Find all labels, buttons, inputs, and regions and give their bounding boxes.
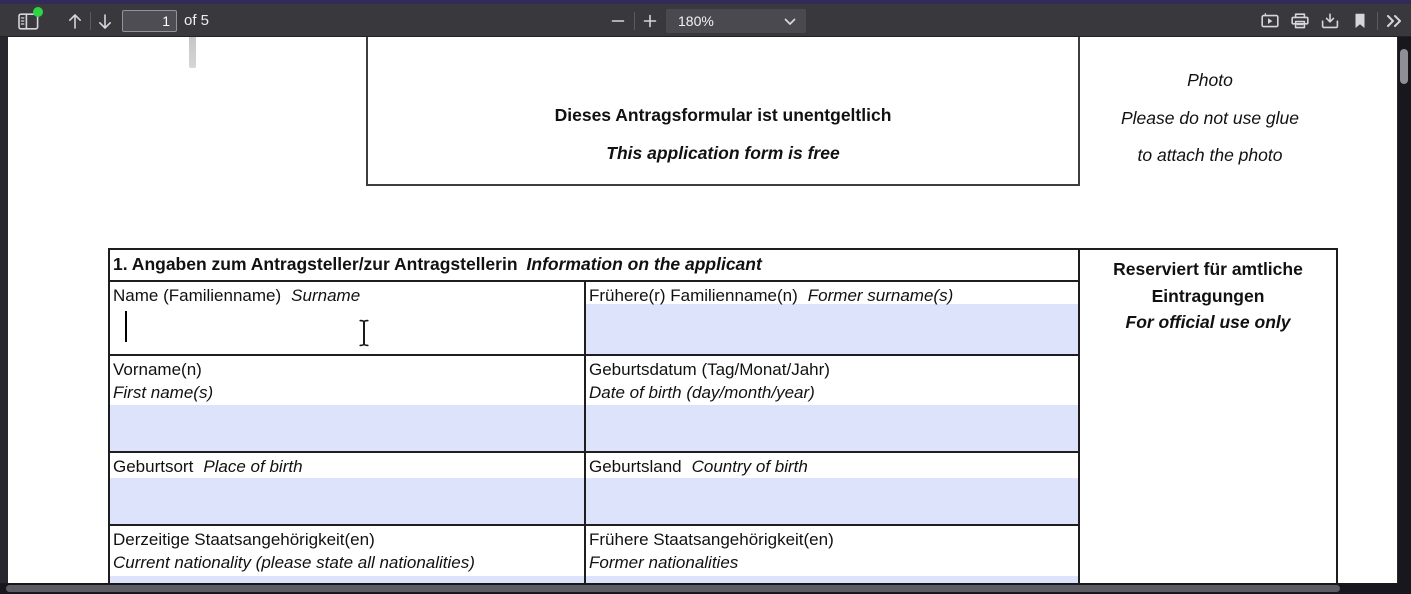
sidebar-notification-badge [33, 7, 43, 17]
bookmark-button[interactable] [1346, 7, 1374, 35]
field-label: Name (Familienname) Surname [110, 282, 584, 307]
presentation-mode-icon [1261, 13, 1279, 29]
section-header-row: 1. Angaben zum Antragsteller/zur Antrags… [110, 250, 1078, 280]
field-label-en: Former nationalities [589, 551, 1078, 574]
form-field-birthplace[interactable]: Geburtsort Place of birth [110, 453, 586, 524]
photo-note: Photo Please do not use glue to attach t… [1085, 62, 1335, 175]
official-use-line: For official use only [1080, 309, 1336, 336]
zoom-out-icon [611, 14, 625, 28]
horizontal-scrollbar[interactable] [0, 583, 1411, 594]
field-label: Geburtsort Place of birth [110, 453, 584, 478]
page-count-label: of 5 [184, 4, 209, 37]
photo-note-line: Photo [1085, 62, 1335, 100]
field-label-en: Date of birth (day/month/year) [589, 381, 1078, 404]
zoom-out-button[interactable] [604, 7, 632, 35]
field-label-de: Geburtsort [113, 457, 193, 476]
section-title-de: 1. Angaben zum Antragsteller/zur Antrags… [113, 254, 518, 274]
toolbar-separator [634, 12, 635, 30]
vertical-scrollbar[interactable] [1398, 37, 1411, 594]
print-icon [1291, 13, 1309, 29]
field-label: Frühere(r) Familienname(n) Former surname… [586, 282, 1078, 307]
table-row: Geburtsort Place of birth Geburtsland Coun… [110, 451, 1078, 524]
photo-note-line: Please do not use glue [1085, 100, 1335, 138]
field-highlight[interactable] [586, 405, 1078, 451]
field-label: Geburtsland Country of birth [586, 453, 1078, 478]
form-field-former-surname[interactable]: Frühere(r) Familienname(n) Former surname… [586, 282, 1078, 354]
field-label-de: Geburtsland [589, 457, 682, 476]
field-label-en: First name(s) [113, 381, 584, 404]
toolbar-overflow-button[interactable] [1380, 7, 1408, 35]
page-number-input[interactable] [122, 10, 177, 32]
form-field-surname[interactable]: Name (Familienname) Surname [110, 282, 586, 354]
zoom-select-value: 180% [678, 13, 784, 29]
ibeam-cursor-icon [357, 319, 371, 352]
previous-page-button[interactable] [61, 7, 89, 35]
field-label-de: Vorname(n) [113, 358, 584, 381]
page-up-icon [67, 13, 83, 30]
section-title: 1. Angaben zum Antragsteller/zur Antrags… [110, 250, 762, 275]
vertical-scrollbar-thumb[interactable] [1400, 49, 1408, 84]
field-label-en: Surname [291, 286, 360, 305]
field-label: Frühere Staatsangehörigkeit(en) Former n… [586, 526, 1078, 574]
form-field-first-names[interactable]: Vorname(n) First name(s) [110, 356, 586, 451]
field-label: Vorname(n) First name(s) [110, 356, 584, 404]
download-button[interactable] [1316, 7, 1344, 35]
photo-note-line: to attach the photo [1085, 137, 1335, 175]
zoom-in-button[interactable] [636, 7, 664, 35]
chevron-down-icon [784, 13, 796, 29]
download-icon [1321, 13, 1339, 29]
text-caret [125, 311, 127, 342]
field-label-en: Former surname(s) [808, 286, 953, 305]
double-chevron-icon [1384, 13, 1404, 29]
field-label-de: Name (Familienname) [113, 286, 281, 305]
zoom-in-icon [643, 14, 657, 28]
official-use-line: Eintragungen [1080, 283, 1336, 310]
page-fragment-above [189, 37, 196, 68]
section-title-en: Information on the applicant [527, 254, 762, 274]
bookmark-icon [1354, 13, 1366, 29]
horizontal-scrollbar-thumb[interactable] [6, 585, 1340, 592]
official-use-line: Reserviert für amtliche [1080, 256, 1336, 283]
field-label-en: Country of birth [692, 457, 808, 476]
print-button[interactable] [1286, 7, 1314, 35]
field-label-en: Current nationality (please state all na… [113, 551, 584, 574]
form-field-date-of-birth[interactable]: Geburtsdatum (Tag/Monat/Jahr) Date of bi… [586, 356, 1078, 451]
applicant-info-table: 1. Angaben zum Antragsteller/zur Antrags… [108, 248, 1080, 594]
field-label-de: Frühere(r) Familienname(n) [589, 286, 798, 305]
field-label-de: Frühere Staatsangehörigkeit(en) [589, 528, 1078, 551]
free-notice-box: Dieses Antragsformular ist unentgeltlich… [366, 37, 1080, 186]
field-highlight[interactable] [110, 478, 584, 524]
table-row: Name (Familienname) Surname Frühere(r) Fa… [110, 280, 1078, 354]
field-highlight[interactable] [110, 405, 584, 451]
table-row: Vorname(n) First name(s) Geburtsdatum (T… [110, 354, 1078, 451]
pdf-toolbar: of 5 180% [0, 4, 1411, 37]
zoom-select[interactable]: 180% [666, 9, 806, 33]
page-down-icon [97, 13, 113, 30]
field-label: Derzeitige Staatsangehörigkeit(en) Curre… [110, 526, 584, 574]
field-highlight[interactable] [586, 478, 1078, 524]
pdf-viewer-window: of 5 180% [0, 0, 1411, 594]
field-highlight[interactable] [586, 304, 1078, 354]
free-notice-en: This application form is free [368, 143, 1078, 164]
field-label-de: Derzeitige Staatsangehörigkeit(en) [113, 528, 584, 551]
field-label: Geburtsdatum (Tag/Monat/Jahr) Date of bi… [586, 356, 1078, 404]
official-use-box: Reserviert für amtliche Eintragungen For… [1080, 248, 1338, 594]
presentation-mode-button[interactable] [1256, 7, 1284, 35]
next-page-button[interactable] [91, 7, 119, 35]
form-field-birth-country[interactable]: Geburtsland Country of birth [586, 453, 1078, 524]
field-label-de: Geburtsdatum (Tag/Monat/Jahr) [589, 358, 1078, 381]
field-label-en: Place of birth [203, 457, 302, 476]
free-notice-de: Dieses Antragsformular ist unentgeltlich [368, 105, 1078, 126]
toolbar-separator [1377, 12, 1378, 30]
pdf-page: Dieses Antragsformular ist unentgeltlich… [8, 37, 1397, 594]
